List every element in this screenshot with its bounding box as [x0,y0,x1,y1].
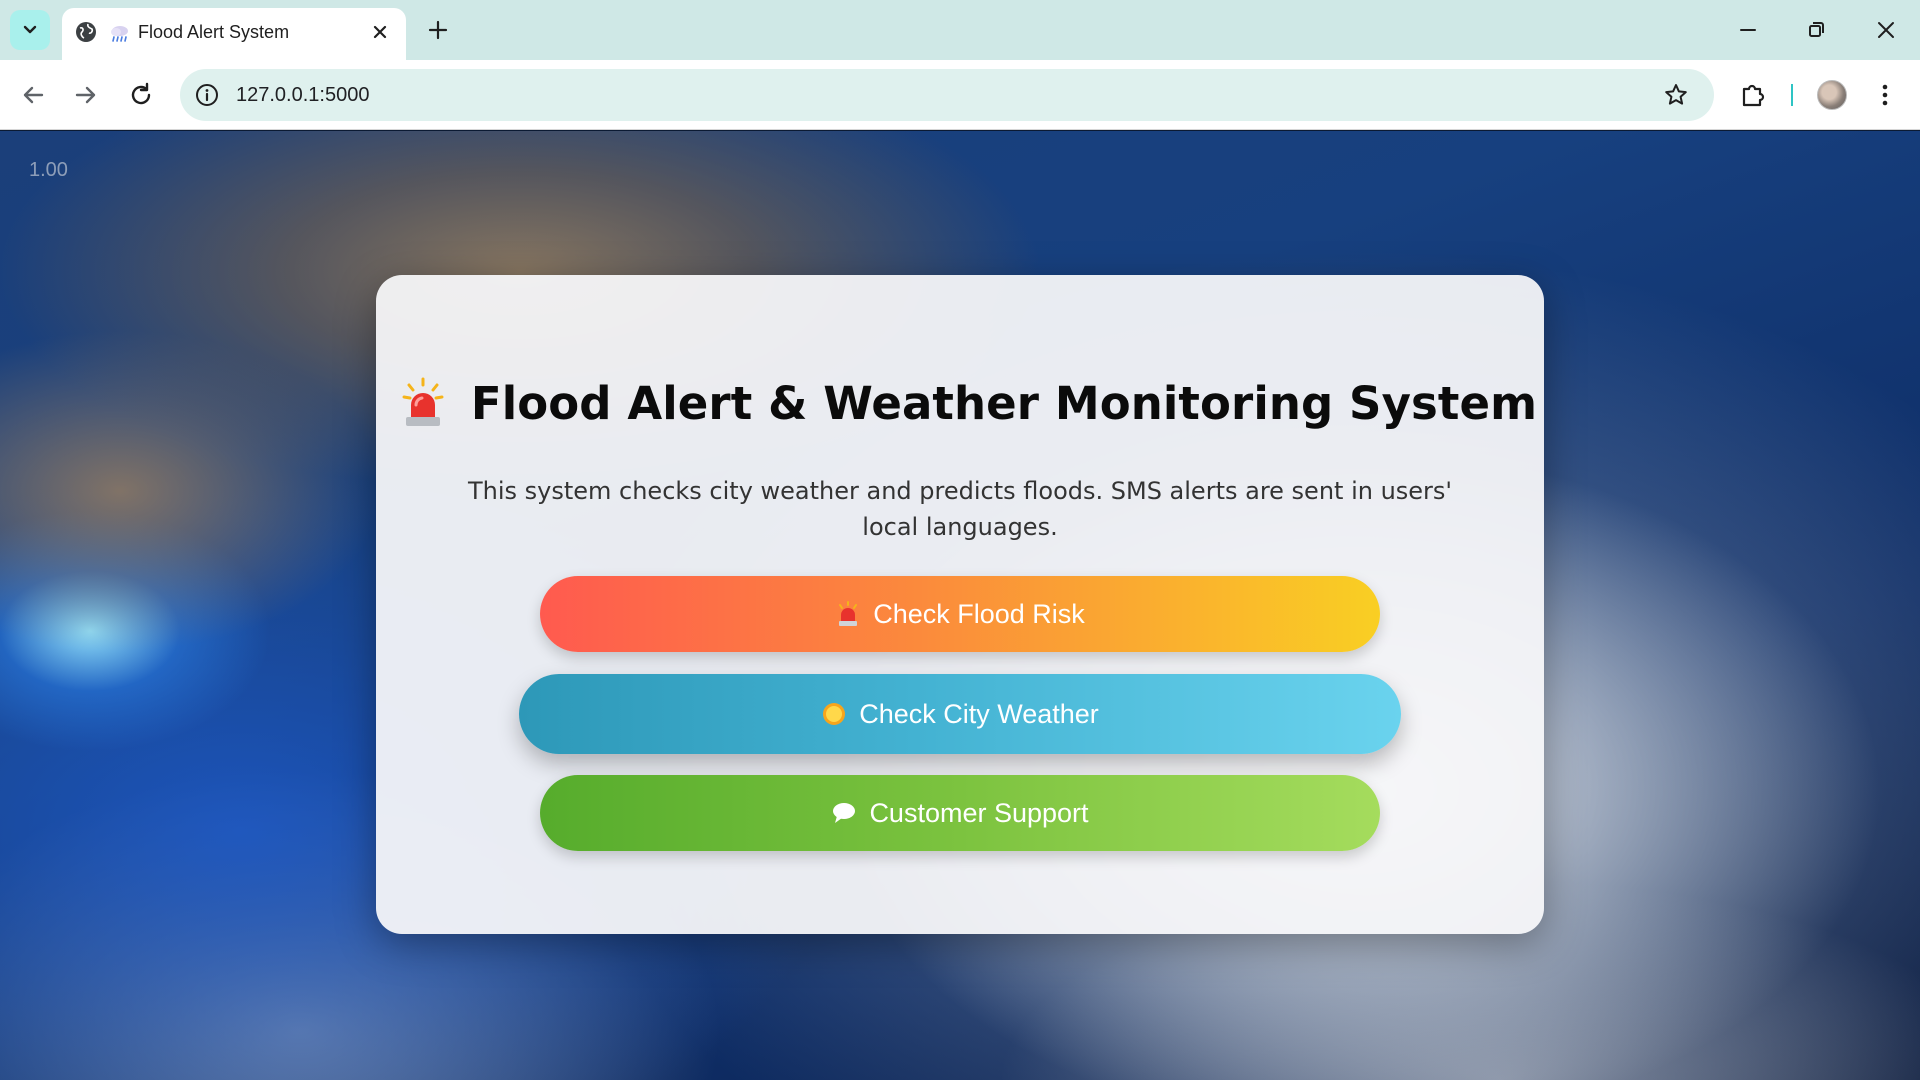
rain-cloud-icon [111,26,128,42]
chevron-down-icon [23,25,37,34]
address-bar[interactable]: 127.0.0.1:5000 [180,69,1714,121]
check-flood-risk-label: Check Flood Risk [873,598,1085,629]
extensions-puzzle-icon[interactable] [1738,80,1768,110]
page-description: This system checks city weather and pred… [467,477,1453,541]
browser-tab-active[interactable]: Flood Alert System [62,8,406,60]
close-window-icon[interactable] [1872,16,1900,44]
reload-icon[interactable] [125,79,157,111]
toolbar-separator [1791,84,1793,106]
page-heading: Flood Alert & Weather Monitoring System [376,369,1544,437]
siren-icon [839,601,858,626]
restore-icon[interactable] [1802,16,1830,44]
url-text: 127.0.0.1:5000 [236,84,370,106]
tab-search-button[interactable] [10,10,50,50]
check-city-weather-button[interactable]: Check City Weather [519,674,1401,754]
minimize-icon[interactable] [1734,16,1762,44]
customer-support-button[interactable]: Customer Support [540,775,1380,851]
page-viewport: 1.00 Flood Alert & Weather Monitoring Sy… [0,131,1920,1080]
main-card: Flood Alert & Weather Monitoring System … [376,275,1544,934]
profile-avatar[interactable] [1817,80,1847,110]
browser-tabstrip: Flood Alert System [0,0,1920,60]
browser-toolbar: 127.0.0.1:5000 [0,60,1920,130]
sun-icon [823,703,846,725]
globe-icon [76,22,96,42]
check-city-weather-label: Check City Weather [859,698,1099,729]
kebab-menu-icon[interactable] [1873,80,1897,110]
zoom-level-badge: 1.00 [29,159,68,181]
customer-support-label: Customer Support [869,797,1089,828]
forward-arrow-icon[interactable] [70,79,102,111]
check-flood-risk-button[interactable]: Check Flood Risk [540,576,1380,652]
tab-title: Flood Alert System [138,22,290,42]
speech-bubble-icon [833,803,856,823]
site-info-icon[interactable] [194,82,220,108]
bookmark-star-icon[interactable] [1662,81,1690,109]
page-title: Flood Alert & Weather Monitoring System [470,376,1538,430]
new-tab-icon[interactable] [424,16,452,44]
close-icon[interactable] [368,20,392,44]
back-arrow-icon[interactable] [17,79,49,111]
siren-icon [402,377,444,426]
